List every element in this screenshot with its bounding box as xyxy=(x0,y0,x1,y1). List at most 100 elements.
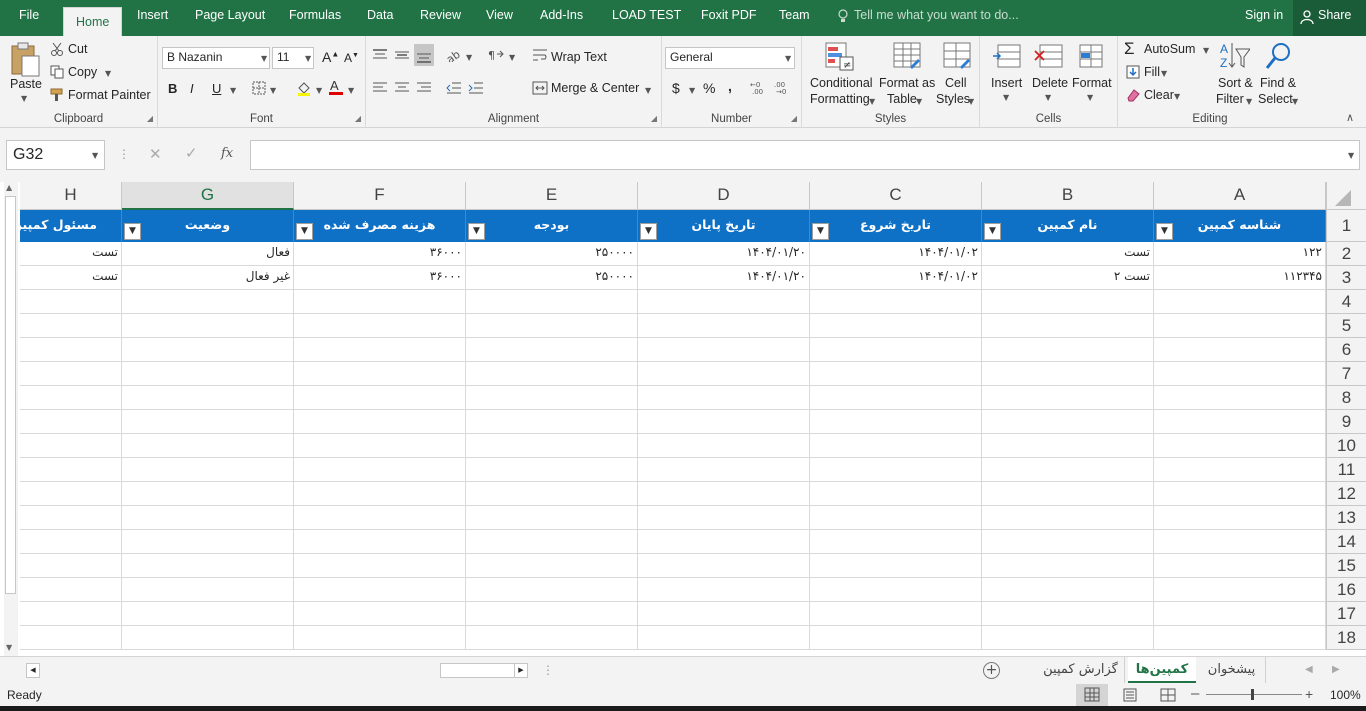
row-header-14[interactable]: 14 xyxy=(1326,530,1366,554)
column-header-b[interactable]: B xyxy=(982,182,1154,210)
format-as-table-button[interactable]: Format as xyxy=(879,76,935,90)
table-cell[interactable] xyxy=(466,554,638,578)
table-cell[interactable]: ۱۴۰۴/۰۱/۰۲ xyxy=(810,242,982,266)
number-format-select[interactable]: General xyxy=(665,47,795,69)
zoom-slider-thumb[interactable] xyxy=(1251,689,1254,700)
table-cell[interactable] xyxy=(294,362,466,386)
orientation-icon[interactable]: ab xyxy=(444,48,463,67)
table-cell[interactable]: تست xyxy=(20,242,122,266)
align-right-icon[interactable] xyxy=(416,81,432,98)
table-cell[interactable] xyxy=(294,506,466,530)
dialog-launcher-icon[interactable]: ◢ xyxy=(791,114,797,123)
select-all-corner[interactable] xyxy=(1326,182,1366,210)
format-painter-button[interactable]: Format Painter xyxy=(68,88,151,102)
column-header-h[interactable]: H xyxy=(20,182,122,210)
tab-page-layout[interactable]: Page Layout xyxy=(195,8,265,22)
table-cell[interactable] xyxy=(1154,386,1326,410)
table-cell[interactable] xyxy=(122,458,294,482)
horizontal-scroll-thumb[interactable] xyxy=(440,663,516,678)
zoom-out-icon[interactable]: – xyxy=(1191,685,1199,702)
table-cell[interactable] xyxy=(982,362,1154,386)
wrap-text-button[interactable]: Wrap Text xyxy=(551,50,607,64)
row-header-15[interactable]: 15 xyxy=(1326,554,1366,578)
vertical-scroll-thumb[interactable] xyxy=(5,196,16,594)
align-left-icon[interactable] xyxy=(372,81,388,98)
column-header-a[interactable]: A xyxy=(1154,182,1326,210)
table-cell[interactable]: تست xyxy=(982,242,1154,266)
paste-icon[interactable] xyxy=(9,42,41,81)
table-cell[interactable] xyxy=(466,338,638,362)
table-cell[interactable] xyxy=(466,458,638,482)
table-cell[interactable] xyxy=(810,626,982,650)
scroll-right-icon[interactable]: ▶ xyxy=(514,663,528,678)
table-cell[interactable] xyxy=(20,290,122,314)
table-cell[interactable] xyxy=(1154,602,1326,626)
horizontal-scrollbar[interactable]: ◀ ▶ xyxy=(22,663,530,679)
font-size-dropdown-icon[interactable]: ▼ xyxy=(305,54,311,63)
dialog-launcher-icon[interactable]: ◢ xyxy=(147,114,153,123)
increase-decimal-icon[interactable]: ←0.00 xyxy=(750,80,768,97)
table-cell[interactable] xyxy=(466,314,638,338)
table-cell[interactable] xyxy=(810,314,982,338)
cell-styles-dropdown-icon[interactable]: ▼ xyxy=(968,97,974,106)
format-dropdown-icon[interactable]: ▼ xyxy=(1087,93,1093,102)
row-header-7[interactable]: 7 xyxy=(1326,362,1366,386)
table-cell[interactable] xyxy=(638,434,810,458)
clear-dropdown-icon[interactable]: ▼ xyxy=(1174,92,1180,101)
table-cell[interactable] xyxy=(982,530,1154,554)
table-cell[interactable] xyxy=(810,506,982,530)
dialog-launcher-icon[interactable]: ◢ xyxy=(355,114,361,123)
decrease-indent-icon[interactable] xyxy=(446,81,462,98)
table-header-cell[interactable]: تاریخ پایان ▼ xyxy=(638,210,810,242)
tab-review[interactable]: Review xyxy=(420,8,461,22)
italic-button[interactable]: I xyxy=(190,81,194,96)
page-layout-view-icon[interactable] xyxy=(1122,688,1138,705)
row-header-11[interactable]: 11 xyxy=(1326,458,1366,482)
table-cell[interactable] xyxy=(466,578,638,602)
table-header-cell[interactable]: مسئول کمپین xyxy=(20,210,122,242)
cell-styles-button[interactable]: Cell xyxy=(945,76,967,90)
table-cell[interactable] xyxy=(294,578,466,602)
shrink-font-icon[interactable]: A▼ xyxy=(344,51,359,65)
zoom-slider[interactable] xyxy=(1206,694,1302,695)
table-cell[interactable] xyxy=(20,362,122,386)
row-header-2[interactable]: 2 xyxy=(1326,242,1366,266)
row-header-4[interactable]: 4 xyxy=(1326,290,1366,314)
table-cell[interactable] xyxy=(638,338,810,362)
table-cell[interactable] xyxy=(1154,314,1326,338)
table-cell[interactable] xyxy=(466,434,638,458)
vertical-scrollbar[interactable]: ▲ ▼ xyxy=(4,182,18,656)
borders-icon[interactable] xyxy=(252,81,266,98)
table-cell[interactable] xyxy=(1154,530,1326,554)
table-cell[interactable] xyxy=(638,626,810,650)
table-cell[interactable] xyxy=(466,626,638,650)
table-cell[interactable] xyxy=(638,602,810,626)
scroll-up-icon[interactable]: ▲ xyxy=(6,183,12,192)
table-cell[interactable] xyxy=(982,338,1154,362)
collapse-ribbon-icon[interactable]: ∧ xyxy=(1346,111,1354,124)
table-cell[interactable] xyxy=(982,482,1154,506)
row-header-10[interactable]: 10 xyxy=(1326,434,1366,458)
fill-color-dropdown-icon[interactable]: ▼ xyxy=(316,86,322,95)
filter-dropdown-icon[interactable]: ▼ xyxy=(1156,223,1173,240)
find-select-dropdown-icon[interactable]: ▼ xyxy=(1292,97,1298,106)
table-cell[interactable] xyxy=(638,530,810,554)
table-cell[interactable]: فعال xyxy=(122,242,294,266)
zoom-level[interactable]: 100% xyxy=(1330,688,1361,702)
row-header-17[interactable]: 17 xyxy=(1326,602,1366,626)
align-middle-icon[interactable] xyxy=(394,48,410,65)
table-cell[interactable] xyxy=(810,410,982,434)
filter-dropdown-icon[interactable]: ▼ xyxy=(984,223,1001,240)
table-cell[interactable] xyxy=(466,386,638,410)
table-cell[interactable]: تست ۲ xyxy=(982,266,1154,290)
table-cell[interactable] xyxy=(294,290,466,314)
bold-button[interactable]: B xyxy=(168,81,177,96)
table-cell[interactable] xyxy=(122,290,294,314)
table-cell[interactable] xyxy=(122,626,294,650)
table-cell[interactable] xyxy=(982,290,1154,314)
table-cell[interactable] xyxy=(638,506,810,530)
paste-dropdown-icon[interactable]: ▼ xyxy=(21,94,27,103)
table-cell[interactable] xyxy=(294,458,466,482)
table-cell[interactable] xyxy=(638,482,810,506)
tab-formulas[interactable]: Formulas xyxy=(289,8,341,22)
